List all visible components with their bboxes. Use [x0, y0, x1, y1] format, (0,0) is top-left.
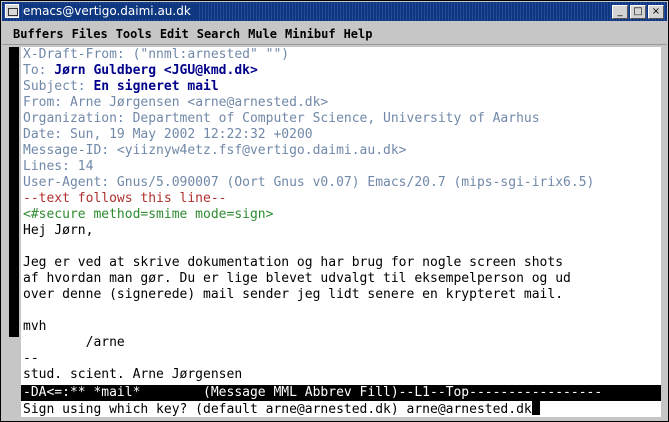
close-button[interactable]: × — [648, 5, 664, 19]
header-message-id: Message-ID: <yiiznyw4etz.fsf@vertigo.dai… — [23, 143, 407, 158]
window-title: emacs@vertigo.daimi.au.dk — [23, 4, 197, 19]
header-date: Date: Sun, 19 May 2002 12:22:32 +0200 — [23, 127, 313, 142]
title-bar[interactable]: emacs@vertigo.daimi.au.dk _ □ × — [2, 2, 667, 21]
menu-bar: Buffers Files Tools Edit Search Mule Minibuf He… — [2, 23, 667, 45]
header-to: To: Jørn Guldberg <JGU@kmd.dk> — [23, 63, 258, 78]
body-line: Hej Jørn, — [23, 223, 94, 238]
menu-search[interactable]: Search — [197, 24, 240, 45]
menu-help[interactable]: Help — [344, 24, 373, 45]
header-subject: Subject: En signeret mail — [23, 79, 219, 94]
minimize-button[interactable]: _ — [612, 5, 628, 19]
body-line: over denne (signerede) mail sender jeg l… — [23, 287, 564, 302]
header-organization: Organization: Department of Computer Sci… — [23, 111, 540, 126]
minibuffer[interactable]: Sign using which key? (default arne@arne… — [21, 401, 661, 417]
menu-buffers[interactable]: Buffers — [13, 24, 64, 45]
text-cursor — [531, 401, 540, 415]
body-line: /arne — [23, 335, 125, 350]
header-user-agent: User-Agent: Gnus/5.090007 (Oort Gnus v0.… — [23, 175, 595, 190]
body-line: -- — [23, 351, 39, 366]
header-lines: Lines: 14 — [23, 159, 94, 174]
menu-mule[interactable]: Mule — [248, 24, 277, 45]
body-separator: --text follows this line-- — [23, 191, 227, 206]
window-menu-icon[interactable] — [5, 4, 19, 18]
left-gutter — [2, 47, 9, 417]
menu-edit[interactable]: Edit — [160, 24, 189, 45]
body-line: stud. scient. Arne Jørgensen — [23, 367, 243, 382]
minibuffer-input[interactable]: arne@arnested.dk — [407, 402, 532, 417]
mode-line: -DA<=:** *mail* (Message MML Abbrev Fill… — [21, 385, 661, 401]
header-x-draft-from: X-Draft-From: ("nnml:arnested" "") — [23, 47, 290, 62]
body-line: Jeg er ved at skrive dokumentation og ha… — [23, 255, 564, 270]
scrollbar-thumb[interactable] — [9, 47, 19, 337]
maximize-button[interactable]: □ — [630, 5, 646, 19]
message-buffer[interactable]: X-Draft-From: ("nnml:arnested" "") To: J… — [21, 47, 661, 385]
minibuffer-prompt: Sign using which key? (default arne@arne… — [23, 402, 407, 417]
body-line: mvh — [23, 319, 47, 334]
menu-files[interactable]: Files — [72, 24, 108, 45]
menu-minibuf[interactable]: Minibuf — [285, 24, 336, 45]
mml-secure-tag: <#secure method=smime mode=sign> — [23, 207, 274, 222]
menu-tools[interactable]: Tools — [116, 24, 152, 45]
header-from: From: Arne Jørgensen <arne@arnested.dk> — [23, 95, 329, 110]
emacs-window: emacs@vertigo.daimi.au.dk _ □ × Buffers F… — [0, 0, 669, 422]
body-line: af hvordan man gør. Du er lige blevet ud… — [23, 271, 571, 286]
